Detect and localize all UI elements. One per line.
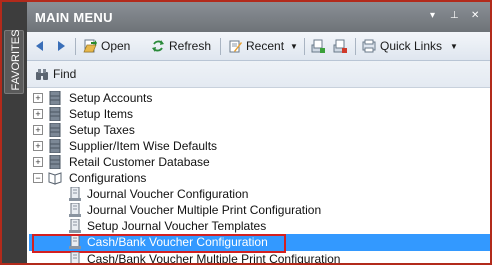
expand-icon[interactable]: +: [33, 93, 43, 103]
open-icon: [83, 39, 97, 53]
tree-node-label: Retail Customer Database: [69, 155, 210, 169]
add-favorite-icon: [311, 39, 325, 53]
recent-button[interactable]: Recent ▼: [228, 37, 298, 55]
tree-node-label: Setup Accounts: [69, 91, 153, 105]
document-icon: [69, 187, 81, 201]
forward-button[interactable]: [57, 37, 67, 55]
tree-node[interactable]: + Setup Items: [27, 106, 490, 122]
remove-favorite-button[interactable]: [333, 37, 351, 55]
window-title: MAIN MENU: [35, 10, 113, 25]
open-book-icon: [48, 172, 62, 185]
cabinet-icon: [49, 155, 61, 169]
favorites-label: FAVORITES: [10, 29, 22, 91]
tree-child[interactable]: Cash/Bank Voucher Multiple Print Configu…: [27, 251, 490, 265]
expand-icon[interactable]: +: [33, 109, 43, 119]
dropdown-icon[interactable]: ▾: [430, 10, 435, 21]
quick-links-button[interactable]: Quick Links ▼: [362, 37, 458, 55]
forward-arrow-icon: [58, 41, 65, 51]
document-icon: [69, 219, 81, 233]
expand-icon[interactable]: +: [33, 125, 43, 135]
document-icon: [70, 252, 80, 263]
quick-links-label: Quick Links: [380, 39, 443, 53]
cabinet-icon: [49, 123, 61, 137]
add-favorite-button[interactable]: [311, 37, 329, 55]
tree-child[interactable]: Journal Voucher Configuration: [27, 186, 490, 202]
tree-child[interactable]: Setup Journal Voucher Templates: [27, 218, 490, 234]
favorites-strip: FAVORITES: [2, 2, 27, 263]
refresh-label: Refresh: [169, 39, 212, 53]
cabinet-icon: [49, 91, 61, 105]
tree-child-label: Cash/Bank Voucher Multiple Print Configu…: [87, 252, 341, 265]
tree-child-label: Journal Voucher Multiple Print Configura…: [87, 203, 322, 217]
toolbar-separator: [220, 38, 221, 55]
tree-node-label: Setup Items: [69, 107, 134, 121]
recent-icon: [229, 40, 242, 53]
recent-label: Recent: [246, 39, 285, 53]
tree-node-configurations[interactable]: − Configurations: [27, 170, 490, 186]
quick-links-dropdown-icon[interactable]: ▼: [450, 42, 458, 51]
open-label: Open: [101, 39, 131, 53]
remove-favorite-icon: [333, 39, 347, 53]
refresh-icon: [152, 40, 164, 52]
recent-dropdown-icon[interactable]: ▼: [290, 42, 298, 51]
cabinet-icon: [49, 107, 61, 121]
tree-child-label: Setup Journal Voucher Templates: [87, 219, 267, 233]
tree-node-label: Configurations: [69, 171, 147, 185]
tree-child[interactable]: Journal Voucher Multiple Print Configura…: [27, 202, 490, 218]
document-icon: [69, 203, 81, 217]
expand-icon[interactable]: +: [33, 141, 43, 151]
menu-tree: + Setup Accounts + Setup Items + Setup T…: [27, 88, 490, 263]
find-button[interactable]: Find: [35, 65, 76, 83]
expand-icon[interactable]: +: [33, 157, 43, 167]
title-bar: MAIN MENU ▾ ⊥ ✕: [27, 2, 490, 32]
binoculars-icon: [36, 69, 48, 80]
collapse-icon[interactable]: −: [33, 173, 43, 183]
favorites-tab[interactable]: FAVORITES: [4, 30, 24, 94]
find-label: Find: [53, 67, 77, 81]
back-arrow-icon: [36, 41, 43, 51]
tree-child-label: Journal Voucher Configuration: [87, 187, 249, 201]
tree-node-label: Supplier/Item Wise Defaults: [69, 139, 218, 153]
close-icon[interactable]: ✕: [471, 10, 479, 21]
tree-node-label: Setup Taxes: [69, 123, 135, 137]
refresh-button[interactable]: Refresh: [151, 37, 211, 55]
open-button[interactable]: Open: [83, 37, 130, 55]
back-button[interactable]: [34, 37, 44, 55]
quick-links-icon: [362, 39, 376, 53]
find-bar[interactable]: Find: [27, 61, 490, 88]
pin-icon[interactable]: ⊥: [450, 10, 459, 21]
tree-node[interactable]: + Supplier/Item Wise Defaults: [27, 138, 490, 154]
toolbar-separator: [355, 38, 356, 55]
cabinet-icon: [49, 139, 61, 153]
tree-node[interactable]: + Retail Customer Database: [27, 154, 490, 170]
toolbar-separator: [75, 38, 76, 55]
toolbar: Open Refresh Recent ▼ Quick Links ▼: [27, 32, 490, 61]
tree-node[interactable]: + Setup Accounts: [27, 90, 490, 106]
toolbar-separator: [304, 38, 305, 55]
tree-node[interactable]: + Setup Taxes: [27, 122, 490, 138]
main-menu-window: FAVORITES MAIN MENU ▾ ⊥ ✕ Open Refresh R…: [0, 0, 492, 265]
